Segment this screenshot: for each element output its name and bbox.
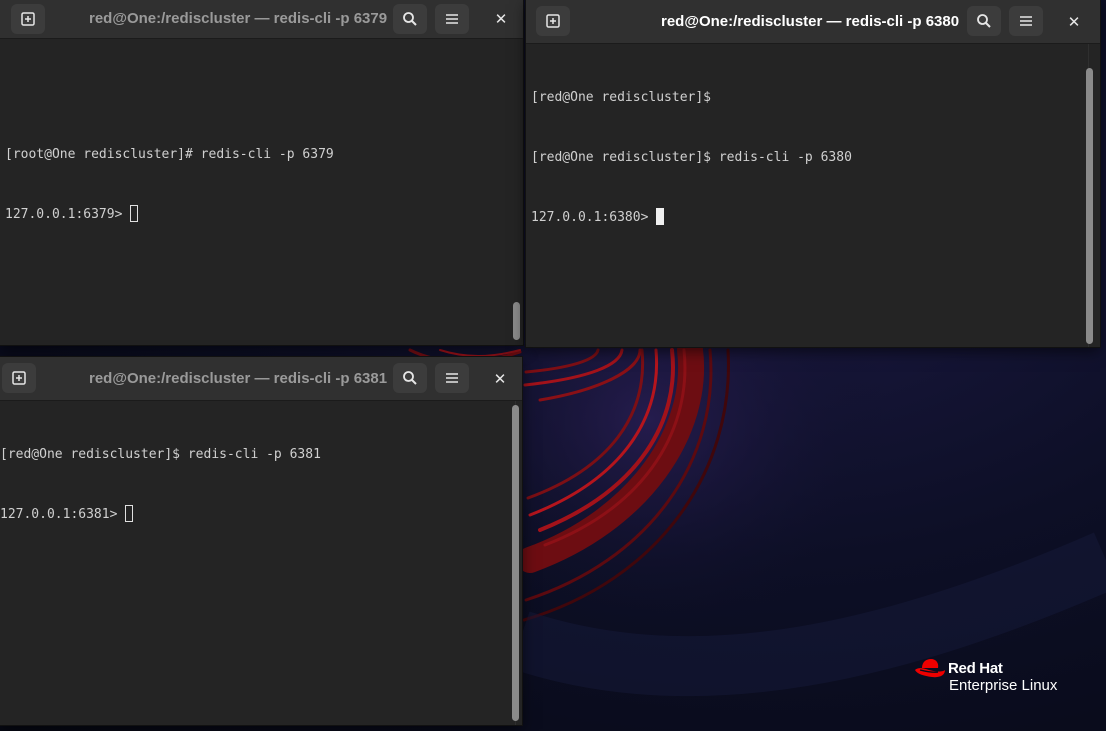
- close-button[interactable]: ✕: [487, 366, 513, 392]
- terminal-output[interactable]: [root@One rediscluster]# redis-cli -p 63…: [0, 39, 523, 345]
- hamburger-menu-icon: [446, 14, 458, 24]
- window-title: red@One:/rediscluster — redis-cli -p 638…: [89, 370, 388, 387]
- rhel-logo: Red Hat Enterprise Linux: [914, 656, 1084, 700]
- search-button[interactable]: [393, 363, 427, 393]
- search-button[interactable]: [393, 4, 427, 34]
- headerbar: red@One:/rediscluster — redis-cli -p 637…: [0, 0, 523, 39]
- terminal-window-6381[interactable]: red@One:/rediscluster — redis-cli -p 638…: [0, 357, 522, 725]
- redis-prompt: 127.0.0.1:6381>: [0, 507, 126, 522]
- red-hat-icon: [915, 659, 945, 678]
- close-icon: ✕: [494, 10, 508, 28]
- new-tab-icon: [12, 371, 26, 385]
- search-icon: [403, 12, 417, 26]
- new-tab-button[interactable]: [536, 6, 570, 36]
- terminal-window-6379[interactable]: red@One:/rediscluster — redis-cli -p 637…: [0, 0, 523, 345]
- terminal-output[interactable]: [red@One rediscluster]$ redis-cli -p 638…: [0, 401, 522, 725]
- terminal-window-6380[interactable]: red@One:/rediscluster — redis-cli -p 638…: [526, 0, 1100, 347]
- output-line: [red@One rediscluster]$ redis-cli -p 638…: [531, 150, 852, 165]
- headerbar: red@One:/rediscluster — redis-cli -p 638…: [0, 357, 522, 401]
- search-icon: [403, 371, 417, 385]
- search-button[interactable]: [967, 6, 1001, 36]
- menu-button[interactable]: [1009, 6, 1043, 36]
- scrollbar[interactable]: [1086, 68, 1093, 344]
- window-title: red@One:/rediscluster — redis-cli -p 638…: [661, 13, 960, 30]
- new-tab-icon: [546, 14, 560, 28]
- new-tab-button[interactable]: [2, 363, 36, 393]
- new-tab-icon: [21, 12, 35, 26]
- text-cursor: [125, 505, 134, 522]
- menu-button[interactable]: [435, 363, 469, 393]
- brand-name: Red Hat: [948, 660, 1003, 677]
- terminal-output[interactable]: [red@One rediscluster]$ [red@One rediscl…: [526, 44, 1100, 347]
- hamburger-menu-icon: [1020, 16, 1032, 26]
- text-cursor: [656, 208, 665, 225]
- search-icon: [977, 14, 991, 28]
- scrollbar[interactable]: [513, 302, 520, 340]
- close-icon: ✕: [493, 370, 507, 388]
- new-tab-button[interactable]: [11, 4, 45, 34]
- menu-button[interactable]: [435, 4, 469, 34]
- redis-prompt: 127.0.0.1:6380>: [531, 210, 657, 225]
- window-title: red@One:/rediscluster — redis-cli -p 637…: [89, 10, 388, 27]
- output-line: [red@One rediscluster]$ redis-cli -p 638…: [0, 447, 321, 462]
- close-button[interactable]: ✕: [1061, 9, 1087, 35]
- close-icon: ✕: [1067, 13, 1081, 31]
- output-line: [red@One rediscluster]$: [531, 90, 712, 105]
- output-line: [root@One rediscluster]# redis-cli -p 63…: [5, 147, 334, 162]
- headerbar: red@One:/rediscluster — redis-cli -p 638…: [526, 0, 1100, 44]
- scrollbar[interactable]: [512, 405, 519, 721]
- redis-prompt: 127.0.0.1:6379>: [5, 207, 131, 222]
- text-cursor: [130, 205, 139, 222]
- product-name: Enterprise Linux: [949, 677, 1058, 694]
- close-button[interactable]: ✕: [488, 6, 514, 32]
- hamburger-menu-icon: [446, 373, 458, 383]
- desktop: red@One:/rediscluster — redis-cli -p 637…: [0, 0, 1106, 731]
